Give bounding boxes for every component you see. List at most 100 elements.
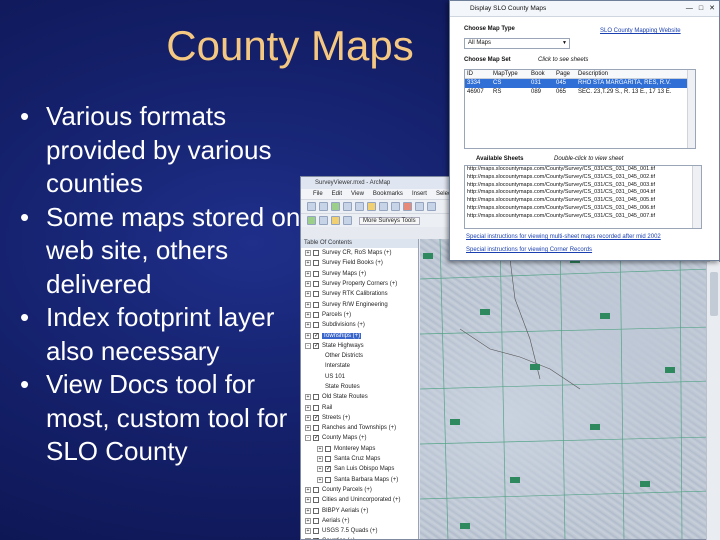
- expand-toggle-icon[interactable]: +: [305, 425, 311, 432]
- toc-layer-row[interactable]: + County Parcels (+): [301, 485, 418, 495]
- expand-toggle-icon[interactable]: -: [305, 342, 311, 349]
- expand-toggle-icon[interactable]: +: [305, 404, 311, 411]
- toc-layer-row[interactable]: + Aerials (+): [301, 516, 418, 526]
- layer-checkbox[interactable]: [325, 456, 331, 463]
- toc-layer-row[interactable]: + Ranches and Townships (+): [301, 423, 418, 433]
- menu-bookmarks[interactable]: Bookmarks: [373, 189, 403, 199]
- toc-layer-row[interactable]: + Survey CR, RoS Maps (+): [301, 248, 418, 258]
- layer-checkbox[interactable]: [325, 476, 331, 483]
- expand-toggle-icon[interactable]: +: [305, 281, 311, 288]
- toc-layer-row[interactable]: + Monterey Maps: [301, 444, 418, 454]
- expand-toggle-icon[interactable]: +: [305, 528, 311, 535]
- toc-layer-row[interactable]: US 101: [301, 372, 418, 382]
- toc-layer-row[interactable]: + Survey R/W Engineering: [301, 299, 418, 309]
- list-item[interactable]: http://maps.slocountymaps.com/County/Sur…: [465, 205, 701, 213]
- expand-toggle-icon[interactable]: +: [305, 291, 311, 298]
- layer-checkbox[interactable]: [313, 425, 319, 432]
- layer-checkbox[interactable]: [313, 260, 319, 267]
- back-icon[interactable]: [367, 202, 376, 211]
- layer-checkbox[interactable]: ✓: [313, 435, 319, 442]
- expand-toggle-icon[interactable]: +: [305, 486, 311, 493]
- expand-toggle-icon[interactable]: +: [305, 497, 311, 504]
- expand-toggle-icon[interactable]: +: [305, 250, 311, 257]
- toc-layer-row[interactable]: + Survey Maps (+): [301, 269, 418, 279]
- menu-file[interactable]: File: [313, 189, 323, 199]
- zoom-in-icon[interactable]: [307, 202, 316, 211]
- layer-checkbox[interactable]: ✓: [313, 342, 319, 349]
- close-icon[interactable]: ✕: [709, 4, 715, 13]
- layer-checkbox[interactable]: [313, 497, 319, 504]
- measure-icon[interactable]: [427, 202, 436, 211]
- find-icon[interactable]: [415, 202, 424, 211]
- grid-scrollbar[interactable]: [687, 70, 695, 148]
- expand-toggle-icon[interactable]: +: [317, 466, 323, 473]
- layer-checkbox[interactable]: [313, 291, 319, 298]
- toc-layer-row[interactable]: + Survey Property Corners (+): [301, 279, 418, 289]
- expand-toggle-icon[interactable]: -: [305, 435, 311, 442]
- map-type-select[interactable]: All Maps ▼: [464, 38, 570, 49]
- layer-tool-icon[interactable]: [343, 216, 352, 225]
- toc-layer-row[interactable]: State Routes: [301, 382, 418, 392]
- scroll-thumb[interactable]: [710, 272, 718, 316]
- list-item[interactable]: http://maps.slocountymaps.com/County/Sur…: [465, 213, 701, 221]
- toc-layer-row[interactable]: + ✓ Streets (+): [301, 413, 418, 423]
- toc-layer-row[interactable]: - ✓ County Maps (+): [301, 433, 418, 443]
- expand-toggle-icon[interactable]: +: [305, 517, 311, 524]
- menu-edit[interactable]: Edit: [332, 189, 342, 199]
- website-link[interactable]: SLO County Mapping Website: [600, 28, 681, 34]
- layer-checkbox[interactable]: [313, 528, 319, 535]
- map-set-grid[interactable]: ID MapType Book Page Description 3334 CS…: [464, 69, 696, 149]
- expand-toggle-icon[interactable]: +: [305, 538, 311, 539]
- toc-layer-row[interactable]: + ✓ Townships (+): [301, 330, 418, 340]
- expand-toggle-icon[interactable]: +: [305, 322, 311, 329]
- expand-toggle-icon[interactable]: +: [317, 445, 323, 452]
- layer-checkbox[interactable]: [313, 322, 319, 329]
- special-instructions-link[interactable]: Special instructions for viewing multi-s…: [466, 234, 661, 240]
- toc-layer-row[interactable]: + USGS 7.5 Quads (+): [301, 526, 418, 536]
- table-row[interactable]: 46907 RS 089 065 SEC. 23,T.29 S., R. 13 …: [465, 88, 695, 97]
- toc-layer-row[interactable]: + Subdivisions (+): [301, 320, 418, 330]
- layer-checkbox[interactable]: [325, 445, 331, 452]
- col-id[interactable]: ID: [465, 70, 493, 78]
- layer-checkbox[interactable]: [313, 250, 319, 257]
- layer-checkbox[interactable]: [313, 404, 319, 411]
- map-view[interactable]: [420, 239, 709, 539]
- county-tool-icon[interactable]: [331, 216, 340, 225]
- toc-layer-row[interactable]: Other Districts: [301, 351, 418, 361]
- toc-layer-row[interactable]: Interstate: [301, 361, 418, 371]
- layer-checkbox[interactable]: ✓: [313, 538, 319, 539]
- layer-checkbox[interactable]: ✓: [313, 414, 319, 421]
- docs-tool-icon[interactable]: [319, 216, 328, 225]
- layer-checkbox[interactable]: ✓: [325, 466, 331, 473]
- toc-layer-row[interactable]: +✓Counties (+): [301, 536, 418, 539]
- right-panel-scrollbar[interactable]: [706, 262, 720, 540]
- expand-toggle-icon[interactable]: +: [317, 456, 323, 463]
- more-tools-button[interactable]: More Surveys Tools: [359, 216, 420, 225]
- expand-toggle-icon[interactable]: +: [305, 414, 311, 421]
- list-item[interactable]: http://maps.slocountymaps.com/County/Sur…: [465, 166, 701, 174]
- list-item[interactable]: http://maps.slocountymaps.com/County/Sur…: [465, 197, 701, 205]
- col-page[interactable]: Page: [556, 70, 578, 78]
- minimize-icon[interactable]: —: [686, 4, 693, 13]
- sheets-scrollbar[interactable]: [692, 166, 701, 228]
- toc-layer-row[interactable]: + Survey Field Books (+): [301, 258, 418, 268]
- expand-toggle-icon[interactable]: +: [305, 311, 311, 318]
- toc-layer-row[interactable]: + Rail: [301, 402, 418, 412]
- toc-layer-row[interactable]: + Santa Barbara Maps (+): [301, 475, 418, 485]
- menu-view[interactable]: View: [351, 189, 364, 199]
- layer-checkbox[interactable]: ✓: [313, 332, 319, 339]
- layer-checkbox[interactable]: [313, 394, 319, 401]
- expand-toggle-icon[interactable]: +: [305, 394, 311, 401]
- toc-layer-row[interactable]: - ✓ State Highways: [301, 341, 418, 351]
- fixed-zoom-icon[interactable]: [355, 202, 364, 211]
- list-item[interactable]: http://maps.slocountymaps.com/County/Sur…: [465, 189, 701, 197]
- forward-icon[interactable]: [379, 202, 388, 211]
- layer-checkbox[interactable]: [313, 507, 319, 514]
- expand-toggle-icon[interactable]: +: [305, 260, 311, 267]
- toc-layer-row[interactable]: + Santa Cruz Maps: [301, 454, 418, 464]
- layer-checkbox[interactable]: [313, 311, 319, 318]
- expand-toggle-icon[interactable]: +: [317, 476, 323, 483]
- maximize-icon[interactable]: □: [699, 4, 703, 13]
- expand-toggle-icon[interactable]: +: [305, 507, 311, 514]
- pan-icon[interactable]: [331, 202, 340, 211]
